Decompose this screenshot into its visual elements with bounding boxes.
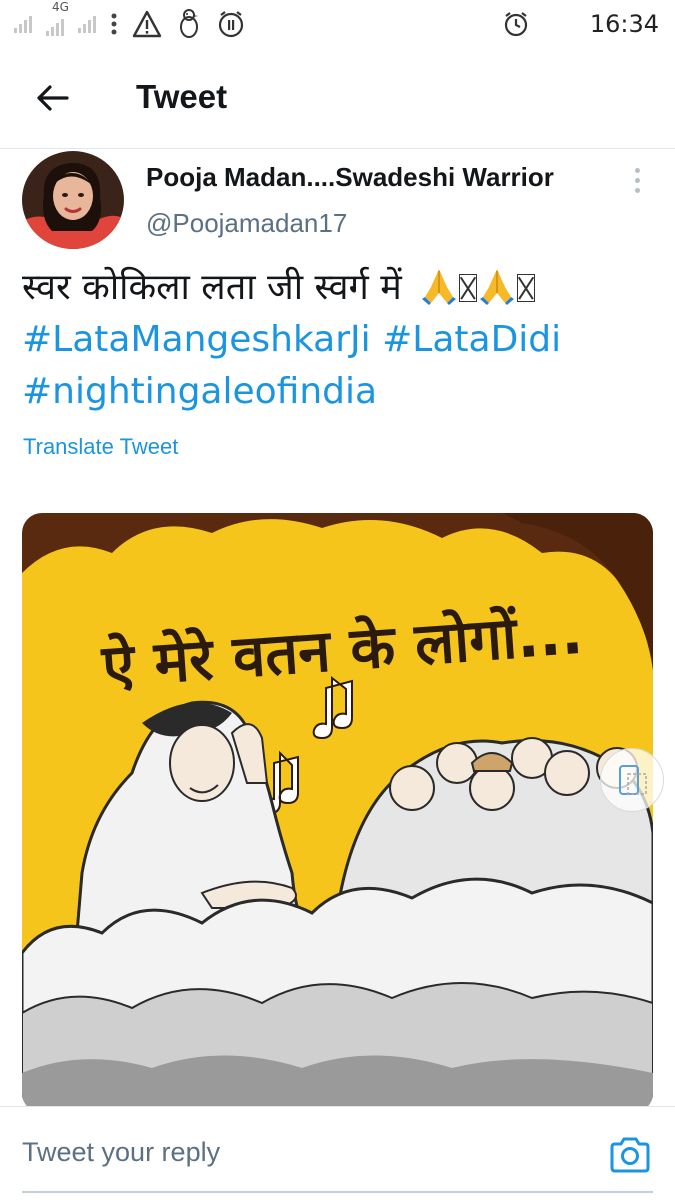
- back-button[interactable]: [30, 78, 74, 118]
- folded-hands-emoji-icon: [480, 269, 515, 305]
- signal-icon: [14, 15, 32, 33]
- status-left-icons: 4G: [14, 0, 246, 42]
- dot: [634, 177, 640, 183]
- reply-input[interactable]: Tweet your reply: [22, 1137, 220, 1168]
- warning-icon: [132, 10, 162, 38]
- alarm-app-icon: [218, 11, 244, 38]
- hashtag-link[interactable]: #LataMangeshkarJi: [22, 319, 371, 360]
- status-bar: 4G 16:34: [0, 0, 675, 48]
- status-time: 16:34: [589, 10, 659, 38]
- side-floating-button[interactable]: [600, 748, 664, 812]
- network-indicator: 4G: [46, 0, 69, 36]
- more-notifications-icon: [111, 13, 117, 35]
- alarm-clock-icon: [504, 12, 527, 37]
- dot: [634, 167, 640, 173]
- camera-button[interactable]: [608, 1135, 652, 1175]
- reply-bar: Tweet your reply: [0, 1106, 675, 1200]
- top-app-bar: Tweet: [0, 48, 675, 149]
- arrow-left-icon: [37, 85, 69, 111]
- missing-glyph-icon: [459, 274, 478, 302]
- tweet-text-hindi: स्वर कोकिला लता जी स्वर्ग में: [22, 267, 402, 308]
- more-options-button[interactable]: [622, 162, 652, 198]
- translate-tweet-link[interactable]: Translate Tweet: [23, 434, 178, 460]
- hashtag-line: #nightingaleofindia: [22, 366, 642, 418]
- reply-underline: [22, 1191, 653, 1193]
- camera-icon: [610, 1137, 650, 1173]
- author-avatar[interactable]: [22, 151, 124, 249]
- status-right-icons: 16:34: [502, 6, 659, 42]
- page-title: Tweet: [136, 78, 228, 115]
- folded-hands-emoji-icon: [422, 269, 457, 305]
- hashtag-link[interactable]: #LataDidi: [382, 319, 561, 360]
- hashtag-link[interactable]: #nightingaleofindia: [22, 371, 377, 412]
- tweet-text: स्वर कोकिला लता जी स्वर्ग में #LataMange…: [22, 262, 642, 418]
- network-type: 4G: [52, 0, 69, 14]
- author-handle[interactable]: @Poojamadan17: [146, 208, 347, 239]
- signal-icon-secondary: [78, 15, 96, 33]
- tweet-text-line: स्वर कोकिला लता जी स्वर्ग में: [22, 262, 642, 314]
- bird-notification-icon: [180, 9, 198, 38]
- dot: [634, 187, 640, 193]
- missing-glyph-icon: [517, 274, 536, 302]
- screenshot-icon: [619, 765, 647, 795]
- tweet-media-image[interactable]: ऐ मेरे वतन के लोगों...: [22, 513, 653, 1113]
- author-name[interactable]: Pooja Madan....Swadeshi Warrior: [146, 162, 554, 193]
- hashtag-line: #LataMangeshkarJi #LataDidi: [22, 314, 642, 366]
